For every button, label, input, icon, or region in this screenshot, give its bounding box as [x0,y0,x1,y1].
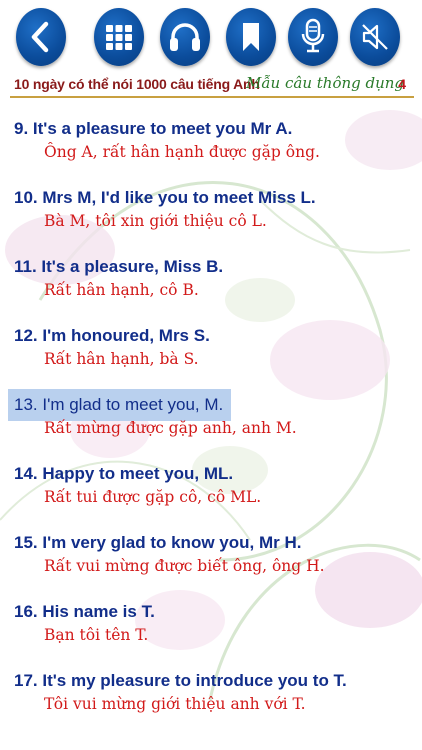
grid-icon [106,25,132,50]
phrase-item[interactable]: 11. It's a pleasure, Miss B. Rất hân hạn… [0,241,422,310]
microphone-icon [301,18,325,53]
vietnamese-translation: Ông A, rất hân hạnh được gặp ông. [44,143,320,161]
section-subtitle: Mẫu câu thông dụng [246,74,405,92]
toolbar [0,0,422,76]
speaker-mute-icon [362,24,388,50]
header-divider [10,96,414,98]
english-phrase-highlighted[interactable]: 13. I'm glad to meet you, M. [8,389,232,421]
chevron-left-icon [31,21,49,53]
phrase-item-selected[interactable]: 13. I'm glad to meet you, M. Rất mừng đư… [0,379,422,448]
vietnamese-translation: Rất tui được gặp cô, cô ML. [44,488,262,506]
phrase-list: 9. It's a pleasure to meet you Mr A. Ông… [0,103,422,724]
mute-button[interactable] [350,8,400,66]
english-phrase[interactable]: 14. Happy to meet you, ML. [14,458,233,490]
menu-grid-button[interactable] [94,8,144,66]
english-phrase[interactable]: 9. It's a pleasure to meet you Mr A. [14,113,292,145]
english-phrase[interactable]: 12. I'm honoured, Mrs S. [14,320,210,352]
phrase-item[interactable]: 9. It's a pleasure to meet you Mr A. Ông… [0,103,422,172]
listen-button[interactable] [160,8,210,66]
english-phrase[interactable]: 17. It's my pleasure to introduce you to… [14,665,347,697]
english-phrase[interactable]: 11. It's a pleasure, Miss B. [14,251,223,283]
english-phrase[interactable]: 15. I'm very glad to know you, Mr H. [14,527,301,559]
page-number: 4 [398,76,406,92]
book-title: 10 ngày có thể nói 1000 câu tiếng Anh [14,76,260,92]
phrase-item[interactable]: 16. His name is T. Bạn tôi tên T. [0,586,422,655]
vietnamese-translation: Rất vui mừng được biết ông, ông H. [44,557,325,575]
phrase-item[interactable]: 14. Happy to meet you, ML. Rất tui được … [0,448,422,517]
record-button[interactable] [288,8,338,66]
phrase-item[interactable]: 10. Mrs M, I'd like you to meet Miss L. … [0,172,422,241]
phrase-item[interactable]: 17. It's my pleasure to introduce you to… [0,655,422,724]
page-header: 10 ngày có thể nói 1000 câu tiếng Anh Mẫ… [14,74,414,96]
bookmark-icon [243,23,259,51]
vietnamese-translation: Bạn tôi tên T. [44,626,149,644]
english-phrase[interactable]: 10. Mrs M, I'd like you to meet Miss L. [14,182,316,214]
english-phrase[interactable]: 16. His name is T. [14,596,155,628]
vietnamese-translation: Rất mừng được gặp anh, anh M. [44,419,297,437]
vietnamese-translation: Tôi vui mừng giới thiệu anh với T. [44,695,306,713]
phrase-item[interactable]: 12. I'm honoured, Mrs S. Rất hân hạnh, b… [0,310,422,379]
vietnamese-translation: Rất hân hạnh, cô B. [44,281,199,299]
vietnamese-translation: Rất hân hạnh, bà S. [44,350,199,368]
vietnamese-translation: Bà M, tôi xin giới thiệu cô L. [44,212,267,230]
back-button[interactable] [16,8,66,66]
bookmark-button[interactable] [226,8,276,66]
headphones-icon [170,23,200,51]
phrase-item[interactable]: 15. I'm very glad to know you, Mr H. Rất… [0,517,422,586]
